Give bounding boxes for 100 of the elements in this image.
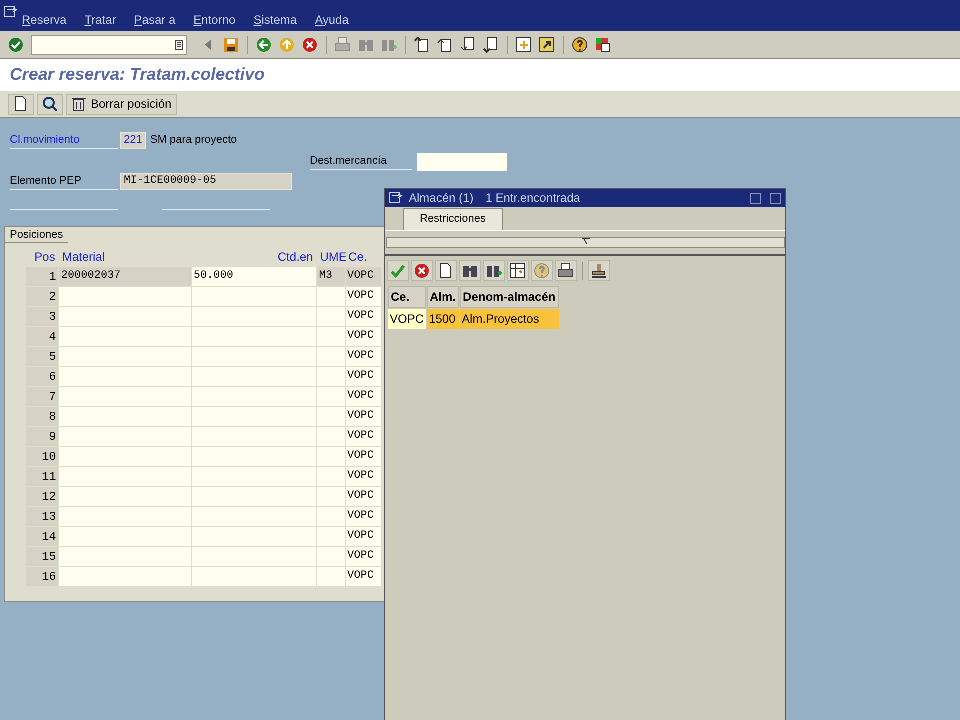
quantity-field[interactable] [192,467,316,486]
quantity-field[interactable] [192,327,316,346]
row-number[interactable]: 9 [26,427,58,446]
quantity-field[interactable] [192,447,316,466]
row-number[interactable]: 10 [26,447,58,466]
row-number[interactable]: 1 [26,267,58,286]
movement-type-field[interactable]: 221 [120,132,146,149]
unit-field[interactable] [317,507,345,526]
plant-field[interactable]: VOPC [346,407,381,426]
unit-field[interactable] [317,367,345,386]
row-number[interactable]: 3 [26,307,58,326]
unit-field[interactable] [317,447,345,466]
row-number[interactable]: 6 [26,367,58,386]
plant-field[interactable]: VOPC [346,547,381,566]
row-number[interactable]: 11 [26,467,58,486]
material-field[interactable] [59,527,191,546]
plant-field[interactable]: VOPC [346,487,381,506]
material-field[interactable] [59,367,191,386]
unit-field[interactable] [317,407,345,426]
row-number[interactable]: 15 [26,547,58,566]
row-number[interactable]: 5 [26,347,58,366]
plant-field[interactable]: VOPC [346,267,381,286]
grid-button[interactable] [507,260,529,281]
row-number[interactable]: 2 [26,287,58,306]
shortcut-button[interactable] [537,34,557,54]
material-field[interactable] [59,467,191,486]
minimize-button[interactable] [750,192,761,204]
quantity-field[interactable] [192,407,316,426]
table-cell[interactable]: Alm.Proyectos [460,309,559,329]
print-button[interactable] [555,260,577,281]
unit-field[interactable] [317,427,345,446]
document-button[interactable] [8,94,34,114]
material-field[interactable] [59,287,191,306]
material-field[interactable] [59,567,191,586]
stamp-button[interactable] [588,260,610,281]
quantity-field[interactable] [192,567,316,586]
unit-field[interactable] [317,547,345,566]
quantity-field[interactable]: 50.000 [192,267,316,286]
binoculars-button[interactable] [459,260,481,281]
plant-field[interactable]: VOPC [346,427,381,446]
plant-field[interactable]: VOPC [346,567,381,586]
document-button[interactable] [435,260,457,281]
menu-item[interactable]: Reserva [22,13,67,27]
quantity-field[interactable] [192,507,316,526]
tab[interactable]: Restricciones [403,208,504,230]
unit-field[interactable] [317,527,345,546]
row-number[interactable]: 14 [26,527,58,546]
material-field[interactable] [59,507,191,526]
unit-field[interactable] [317,307,345,326]
row-number[interactable]: 13 [26,507,58,526]
unit-field[interactable] [317,487,345,506]
plant-field[interactable]: VOPC [346,527,381,546]
quantity-field[interactable] [192,287,316,306]
plant-field[interactable]: VOPC [346,467,381,486]
plant-field[interactable]: VOPC [346,307,381,326]
new-window-button[interactable] [514,34,534,54]
plant-field[interactable]: VOPC [346,367,381,386]
unit-field[interactable] [317,287,345,306]
menu-item[interactable]: Ayuda [315,13,349,27]
splitter-handle-icon[interactable] [582,238,590,244]
unit-field[interactable] [317,467,345,486]
system-menu-icon[interactable] [389,192,403,204]
material-field[interactable] [59,387,191,406]
material-field[interactable] [59,347,191,366]
row-number[interactable]: 8 [26,407,58,426]
row-number[interactable]: 7 [26,387,58,406]
unit-field[interactable] [317,327,345,346]
binoculars-plus-button[interactable] [483,260,505,281]
row-number[interactable]: 16 [26,567,58,586]
menu-item[interactable]: Sistema [254,13,298,27]
system-menu-icon[interactable] [4,6,18,18]
plant-field[interactable]: VOPC [346,287,381,306]
material-field[interactable] [59,307,191,326]
menu-item[interactable]: Pasar a [134,13,176,27]
command-field[interactable] [31,34,187,54]
close-button[interactable] [770,192,781,204]
material-field[interactable] [59,427,191,446]
material-field[interactable] [59,327,191,346]
menu-item[interactable]: Entorno [194,13,236,27]
unit-field[interactable] [317,387,345,406]
plant-field[interactable]: VOPC [346,507,381,526]
material-field[interactable] [59,447,191,466]
row-number[interactable]: 12 [26,487,58,506]
unit-field[interactable]: M3 [317,267,345,286]
quantity-field[interactable] [192,307,316,326]
table-cell[interactable]: 1500 [427,309,460,329]
material-field[interactable] [59,407,191,426]
delete-row-button[interactable]: Borrar posición [66,94,177,114]
check-button[interactable] [387,260,409,281]
menu-item[interactable]: Tratar [84,13,116,27]
plant-field[interactable]: VOPC [346,327,381,346]
material-field[interactable] [59,487,191,506]
quantity-field[interactable] [192,527,316,546]
unit-field[interactable] [317,567,345,586]
quantity-field[interactable] [192,347,316,366]
plant-field[interactable]: VOPC [346,347,381,366]
wbs-element-field[interactable]: MI-1CE00009-05 [120,173,292,190]
cancel-button[interactable] [411,260,433,281]
table-cell[interactable]: VOPC [388,309,426,329]
plant-field[interactable]: VOPC [346,387,381,406]
